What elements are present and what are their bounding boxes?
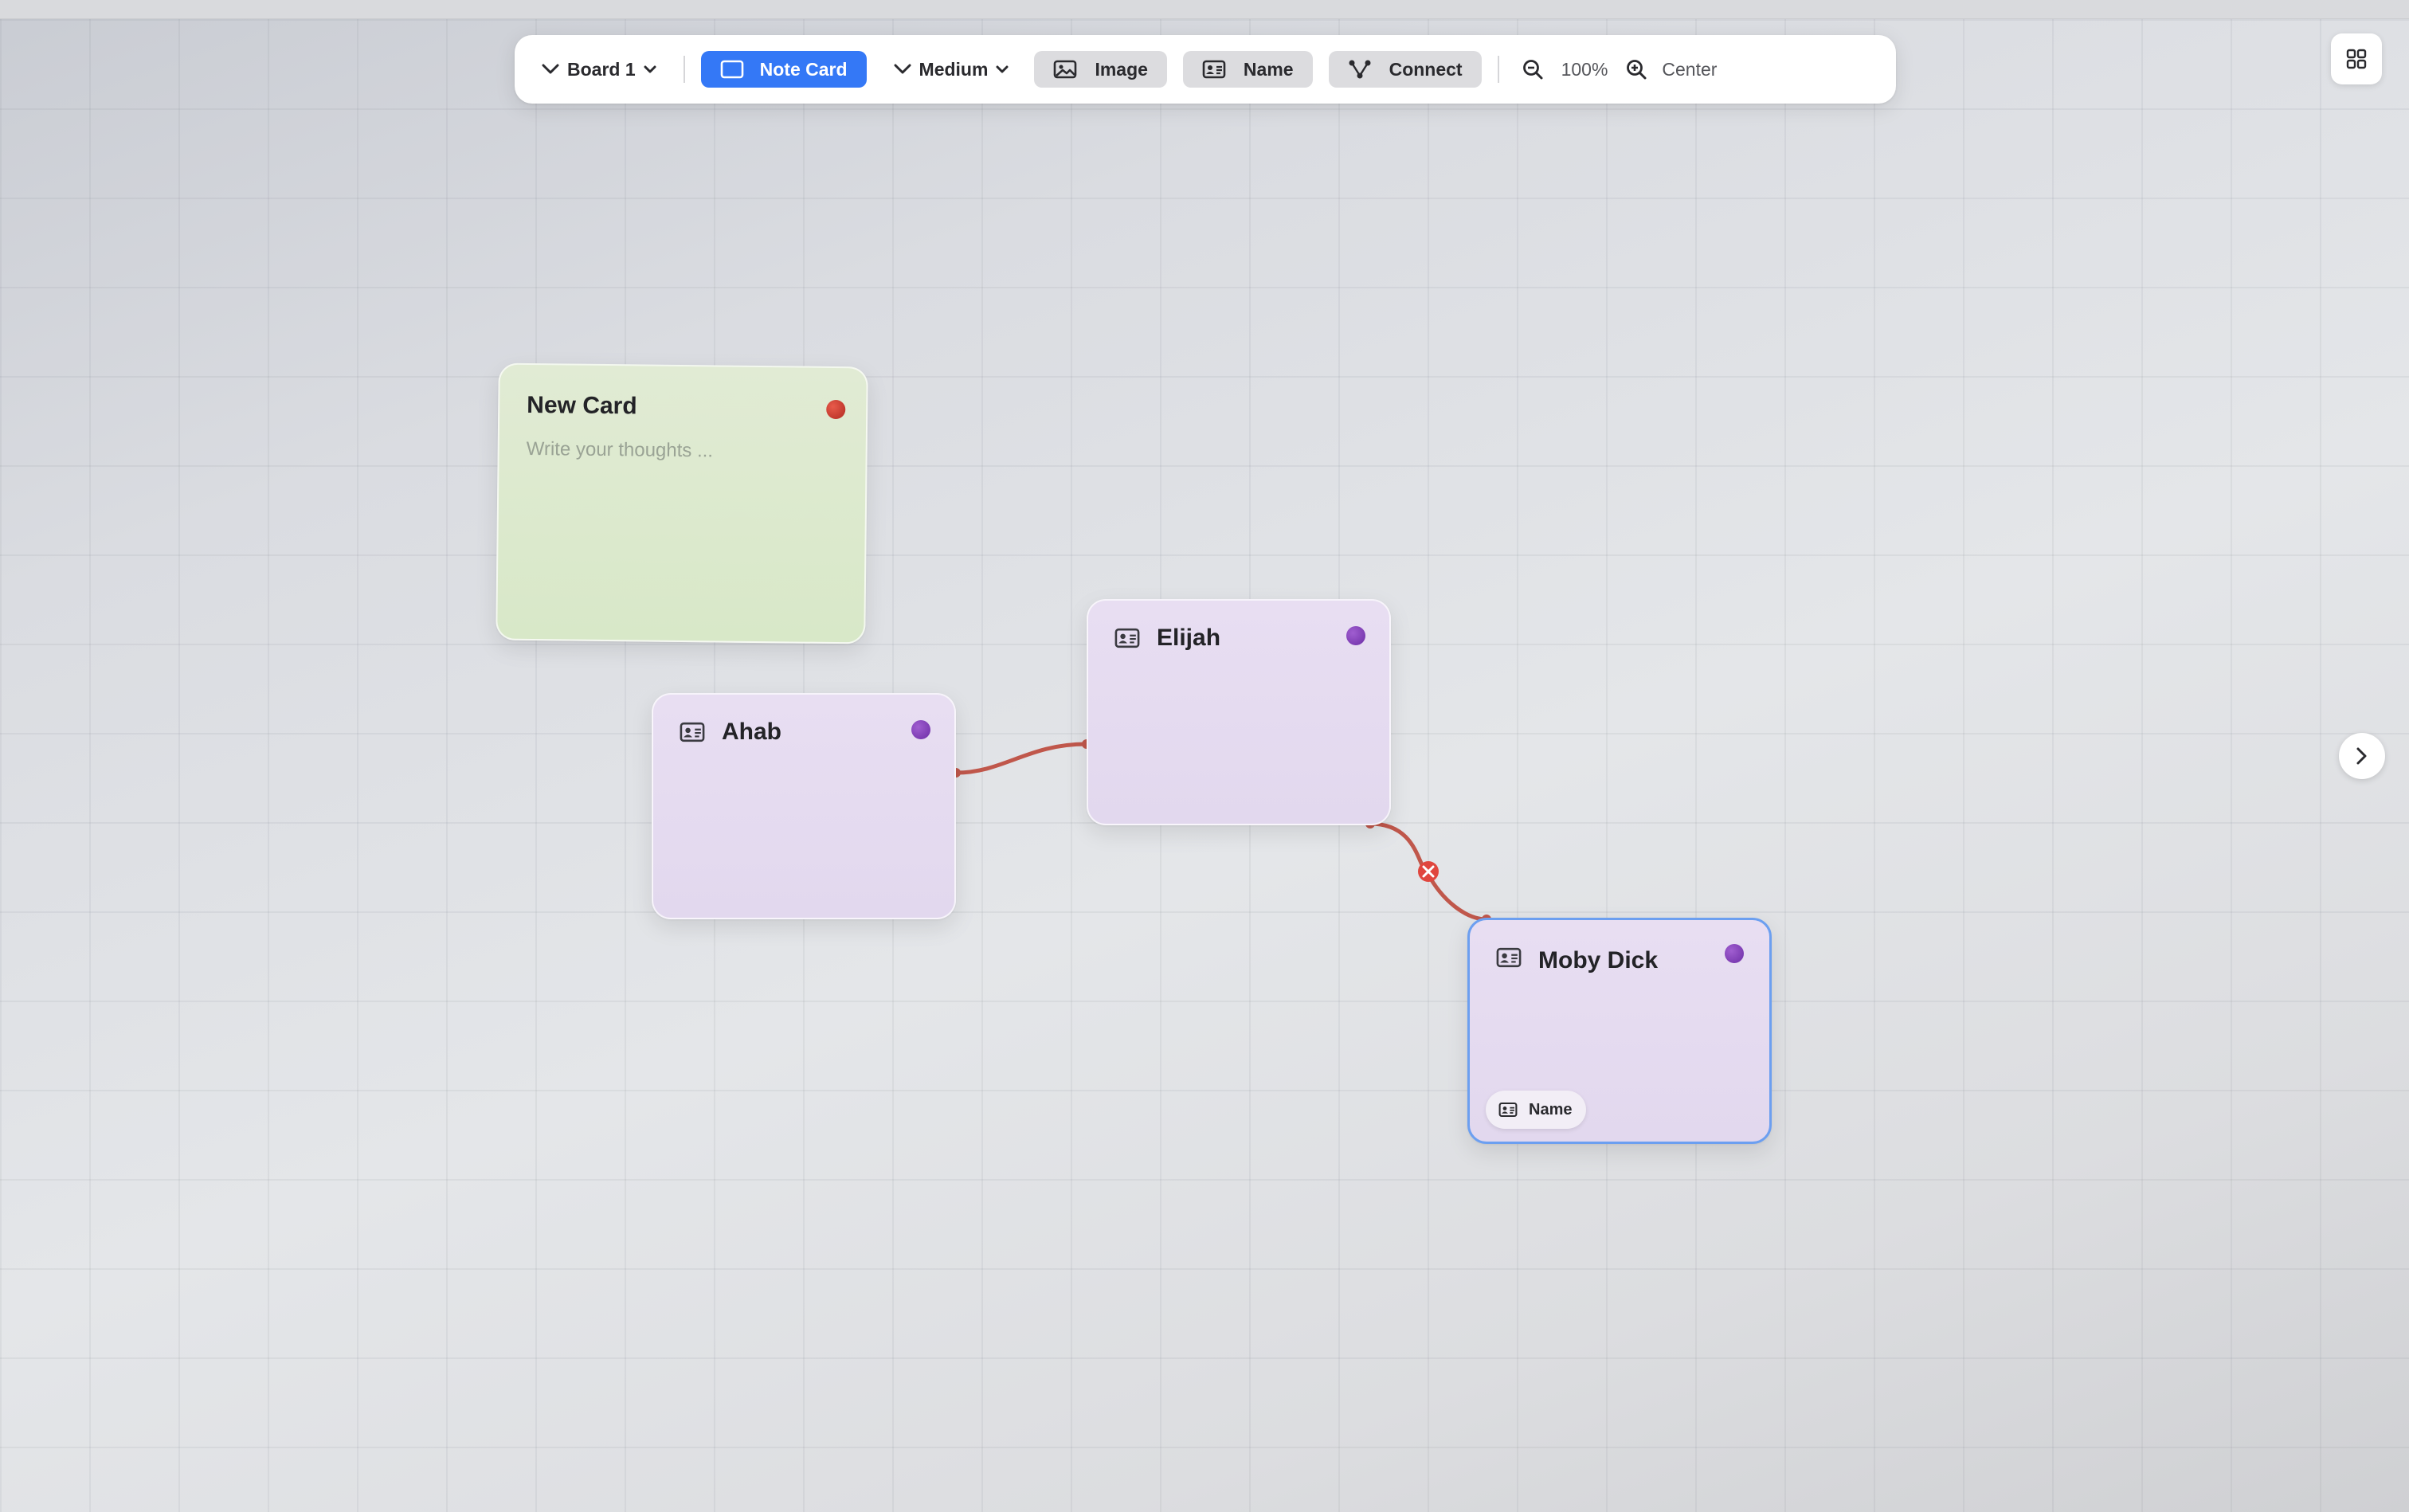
card-title[interactable]: Ahab [722, 719, 781, 746]
id-card-icon [1202, 60, 1226, 79]
id-card-icon [1495, 947, 1522, 972]
card-title[interactable]: Elijah [1157, 625, 1220, 652]
id-card-icon [679, 722, 706, 746]
zoom-level: 100% [1561, 58, 1608, 80]
card-icon [720, 60, 744, 79]
chevron-down-icon [996, 65, 1009, 73]
board-label: Board 1 [567, 58, 636, 80]
card-title[interactable]: Moby Dick [1538, 947, 1658, 974]
chevron-down-icon [542, 64, 559, 75]
image-icon [1053, 60, 1077, 79]
toolbar-divider [1497, 56, 1499, 83]
color-dot[interactable] [826, 399, 846, 420]
grid-view-button[interactable] [2331, 33, 2382, 84]
color-dot[interactable] [1725, 944, 1744, 963]
zoom-in-button[interactable] [1619, 51, 1654, 88]
name-label: Name [1243, 58, 1294, 80]
color-dot[interactable] [911, 720, 930, 739]
next-panel-button[interactable] [2339, 733, 2385, 779]
size-selector[interactable]: Medium [884, 51, 1019, 88]
zoom-in-icon [1625, 58, 1647, 80]
note-card-button[interactable]: Note Card [700, 51, 867, 88]
chevron-down-icon [894, 64, 911, 75]
grid-icon [2345, 48, 2368, 70]
zoom-out-icon [1522, 58, 1544, 80]
connection-ahab-elijah[interactable] [955, 742, 1087, 775]
chip-label: Name [1529, 1100, 1573, 1118]
id-card-icon [1498, 1102, 1518, 1118]
chevron-right-icon [2356, 746, 2368, 766]
name-card-elijah[interactable]: Elijah [1087, 599, 1391, 825]
center-button[interactable]: Center [1654, 51, 1725, 88]
note-body-input[interactable]: Write your thoughts ... [527, 438, 714, 462]
name-button[interactable]: Name [1182, 51, 1313, 88]
connect-label: Connect [1389, 58, 1463, 80]
name-card-ahab[interactable]: Ahab [652, 693, 956, 919]
note-card[interactable]: New Card Write your thoughts ... [496, 362, 868, 644]
connect-icon [1348, 59, 1372, 80]
board-selector[interactable]: Board 1 [535, 51, 668, 88]
size-label: Medium [919, 58, 989, 80]
toolbar-divider [683, 56, 685, 83]
image-label: Image [1095, 58, 1148, 80]
note-card-label: Note Card [759, 58, 848, 80]
color-dot[interactable] [1346, 626, 1365, 645]
delete-connection-icon[interactable] [1418, 861, 1439, 882]
main-toolbar: Board 1 Note Card Medium Image Name Conn… [515, 35, 1896, 104]
connect-button[interactable]: Connect [1328, 51, 1482, 88]
card-title[interactable]: New Card [527, 392, 637, 420]
chevron-down-icon [644, 65, 656, 73]
zoom-out-button[interactable] [1515, 51, 1550, 88]
name-card-moby-dick[interactable]: Moby Dick Name [1467, 918, 1772, 1144]
image-button[interactable]: Image [1034, 51, 1167, 88]
id-card-icon [1114, 628, 1141, 652]
card-type-chip[interactable]: Name [1486, 1091, 1587, 1129]
